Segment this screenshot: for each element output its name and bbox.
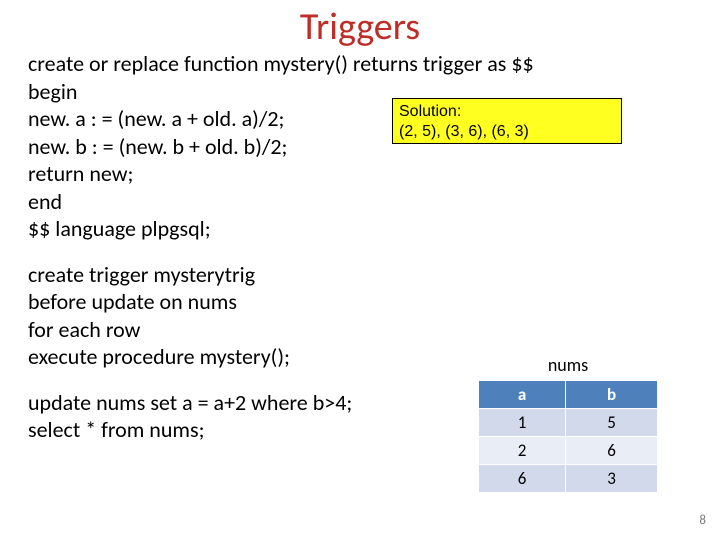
nums-table: a b 1 5 2 6 6 3 [478, 380, 658, 493]
cell: 2 [479, 437, 566, 465]
cell: 6 [566, 437, 658, 465]
code-line: before update on nums [28, 288, 692, 316]
table-caption: nums [478, 354, 658, 376]
code-line: return new; [28, 160, 692, 188]
code-line: create or replace function mystery() ret… [28, 50, 692, 78]
table-row: 2 6 [479, 437, 658, 465]
page-number: 8 [699, 513, 706, 528]
code-line: $$ language plpgsql; [28, 215, 692, 243]
solution-label: Solution: [399, 102, 615, 122]
solution-box: Solution: (2, 5), (3, 6), (6, 3) [392, 98, 622, 144]
table-row: 6 3 [479, 465, 658, 493]
solution-value: (2, 5), (3, 6), (6, 3) [399, 122, 615, 142]
code-line: for each row [28, 316, 692, 344]
code-line: end [28, 188, 692, 216]
col-header-b: b [566, 381, 658, 409]
cell: 6 [479, 465, 566, 493]
nums-table-wrap: nums a b 1 5 2 6 6 3 [478, 354, 658, 493]
cell: 5 [566, 409, 658, 437]
table-header-row: a b [479, 381, 658, 409]
code-line: create trigger mysterytrig [28, 261, 692, 289]
cell: 3 [566, 465, 658, 493]
slide-title: Triggers [0, 0, 720, 50]
col-header-a: a [479, 381, 566, 409]
cell: 1 [479, 409, 566, 437]
table-row: 1 5 [479, 409, 658, 437]
